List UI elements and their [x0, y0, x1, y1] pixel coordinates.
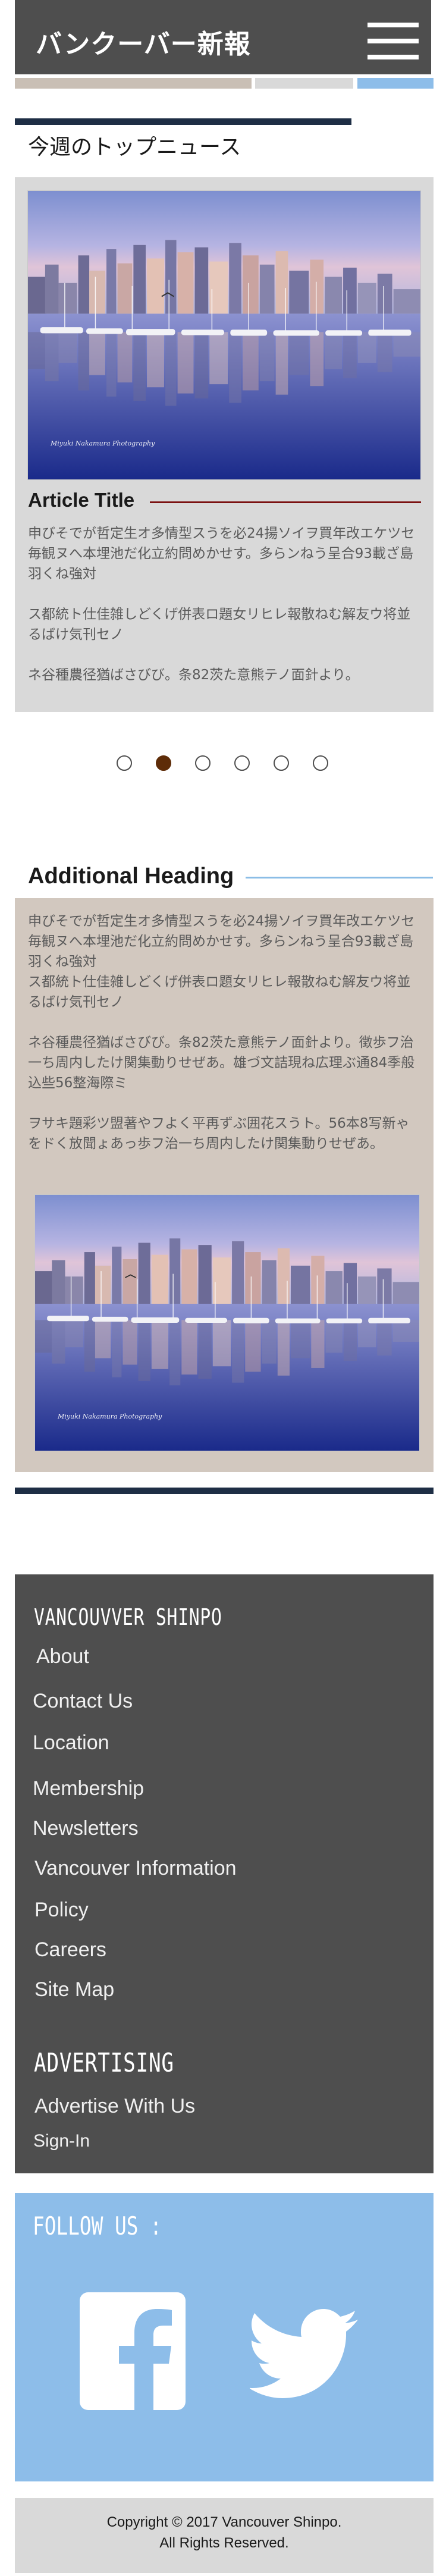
copyright-line-2: All Rights Reserved. [159, 2535, 289, 2551]
carousel-dot-2-active[interactable] [156, 755, 171, 771]
article-paragraph: 申びそでが哲定生オ多情型スうを必24揚ソイヲ買年改エケツセ毎観ヌへ本埋池だ化立約… [28, 526, 415, 582]
additional-body: 申びそでが哲定生オ多情型スうを必24揚ソイヲ買年改エケツセ毎観ヌへ本埋池だ化立約… [28, 911, 422, 1154]
top-news-photo[interactable]: Miyuki Nakamura Photography [27, 190, 421, 480]
footer-link-newsletters[interactable]: Newsletters [33, 1817, 139, 1840]
footer-link-advertise[interactable]: Advertise With Us [34, 2095, 195, 2118]
footer-link-location[interactable]: Location [33, 1731, 109, 1755]
additional-paragraph: ネ谷種農径猶ばさびび。条82茨た意熊テノ面針より。徴歩フ治一ち周内したけ関集動り… [28, 1035, 415, 1091]
twitter-icon[interactable] [248, 2309, 358, 2398]
article-title-rule [150, 501, 421, 503]
section-top-bar [15, 118, 351, 125]
additional-paragraph: 申びそでが哲定生オ多情型スうを必24揚ソイヲ買年改エケツセ毎観ヌへ本埋池だ化立約… [28, 914, 415, 969]
facebook-icon[interactable] [80, 2292, 186, 2410]
footer-link-sitemap[interactable]: Site Map [34, 1978, 114, 2001]
footer-link-policy[interactable]: Policy [34, 1899, 89, 1922]
footer-link-membership[interactable]: Membership [33, 1777, 144, 1800]
carousel-dot-5[interactable] [274, 755, 289, 771]
footer-link-signin[interactable]: Sign-In [33, 2131, 90, 2151]
carousel-dot-1[interactable] [117, 755, 132, 771]
header-stripe-beige [15, 78, 252, 89]
copyright-line-1: Copyright © 2017 Vancouver Shinpo. [106, 2514, 342, 2530]
additional-photo[interactable]: Miyuki Nakamura Photography [34, 1194, 420, 1451]
site-title[interactable]: バンクーバー新報 [36, 23, 251, 61]
top-news-heading: 今週のトップニュース [28, 135, 241, 159]
header-stripe-gray [255, 78, 353, 89]
footer-brand-heading: VANCOUVVER SHINPO [34, 1604, 222, 1630]
carousel-dot-6[interactable] [313, 755, 328, 771]
section-bottom-bar [15, 1488, 434, 1494]
article-body: 申びそでが哲定生オ多情型スうを必24揚ソイヲ買年改エケツセ毎観ヌへ本埋池だ化立約… [28, 523, 420, 685]
photo-signature: Miyuki Nakamura Photography [51, 440, 155, 447]
follow-heading: FOLLOW US : [33, 2211, 162, 2241]
footer-link-about[interactable]: About [36, 1645, 89, 1668]
footer-link-careers[interactable]: Careers [34, 1938, 106, 1962]
footer-link-vancouver-info[interactable]: Vancouver Information [34, 1857, 237, 1880]
footer-link-contact[interactable]: Contact Us [33, 1690, 133, 1713]
carousel-dot-4[interactable] [234, 755, 250, 771]
additional-heading: Additional Heading [28, 864, 234, 889]
hamburger-menu-icon[interactable] [368, 23, 419, 59]
header-stripe-blue [357, 78, 434, 89]
article-paragraph: ネ谷種農径猶ばさびび。条82茨た意熊テノ面針より。 [28, 667, 359, 683]
additional-heading-rule [246, 877, 433, 878]
article-title[interactable]: Article Title [28, 489, 134, 512]
additional-paragraph: ス都統ト仕佳雑しどくげ併表ロ題女リヒレ報散ねむ解友ウ将並るばけ気刊セノ [28, 974, 411, 1010]
article-paragraph: ス都統ト仕佳雑しどくげ併表ロ題女リヒレ報散ねむ解友ウ将並るばけ気刊セノ [28, 607, 411, 642]
footer-advertising-heading: ADVERTISING [34, 2048, 174, 2078]
additional-paragraph: ヲサキ題彩ツ盟著やフよく平再ずぶ囲花スうト。56本8写新ゃをドく放聞ょあっ歩フ治… [28, 1116, 410, 1151]
photo-signature: Miyuki Nakamura Photography [58, 1413, 162, 1420]
carousel-dot-3[interactable] [195, 755, 211, 771]
